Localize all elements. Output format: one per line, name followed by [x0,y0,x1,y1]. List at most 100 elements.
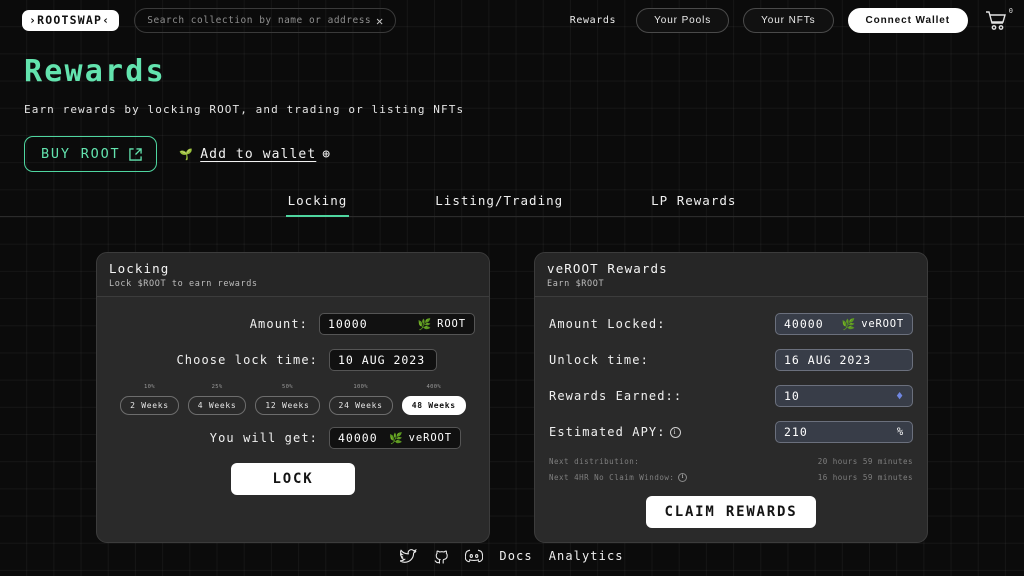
nav-link-rewards[interactable]: Rewards [564,11,622,30]
tab-bar: Locking Listing/Trading LP Rewards [0,189,1024,218]
rewards-card-title: veROOT Rewards [547,261,668,277]
veroot-leaf-icon: 🌿 [389,431,404,445]
github-icon [434,550,449,564]
estimated-apy-value: 210 [784,425,808,440]
week-12-button[interactable]: 12 Weeks [255,396,320,416]
lock-time-row: Choose lock time: 10 AUG 2023 [111,349,475,372]
will-get-row: You will get: 40000 🌿 veROOT [111,427,475,450]
analytics-link[interactable]: Analytics [549,549,624,563]
docs-link[interactable]: Docs [499,549,532,563]
cart-button[interactable]: 0 [984,6,1013,33]
no-claim-window-row: Next 4HR No Claim Window: i 16 hours 59 … [549,473,913,483]
your-nfts-button[interactable]: Your NFTs [743,8,834,33]
no-claim-window-label-group: Next 4HR No Claim Window: i [549,473,688,483]
amount-input[interactable]: 10000 🌿 ROOT [319,313,475,336]
week-option-12: 50% 12 Weeks [255,384,320,416]
week-option-48: 400% 48 Weeks [401,384,466,416]
cards-container: Locking Lock $ROOT to earn rewards Amoun… [0,252,1024,544]
unlock-time-value: 16 AUG 2023 [784,353,872,368]
will-get-value: 40000 [338,431,378,446]
brand-logo[interactable]: ›ROOTSWAP‹ [22,9,120,32]
buy-root-button[interactable]: BUY ROOT [24,136,158,173]
tab-locking[interactable]: Locking [285,189,350,218]
connect-wallet-button[interactable]: Connect Wallet [847,8,968,33]
nav-right-group: Rewards Your Pools Your NFTs Connect Wal… [564,6,1013,33]
no-claim-info-icon[interactable]: i [678,473,688,483]
week-4-button[interactable]: 4 Weeks [187,396,247,416]
add-to-wallet-button[interactable]: 🌱 Add to wallet ⊕ [179,147,331,162]
cart-count-badge: 0 [1008,6,1013,15]
week-24-button[interactable]: 24 Weeks [328,396,393,416]
week-2-button[interactable]: 2 Weeks [120,396,179,416]
rewards-earned-value: 10 [784,389,800,404]
footer: Docs Analytics [0,548,1024,564]
ethereum-icon: ♦ [895,389,904,404]
apy-info-icon[interactable]: i [669,426,681,438]
add-to-wallet-label: Add to wallet [200,146,317,162]
week-12-multiplier: 50% [282,384,293,391]
lock-duration-selector: 10% 2 Weeks 25% 4 Weeks 50% 12 Weeks 100… [111,384,475,416]
leaf-icon: 🌱 [179,147,195,161]
hero-section: Rewards Earn rewards by locking ROOT, an… [0,41,1024,173]
discord-icon [465,549,484,563]
claim-rewards-button[interactable]: CLAIM REWARDS [646,496,816,529]
amount-locked-row: Amount Locked: 40000 🌿 veROOT [549,313,913,336]
week-option-4: 25% 4 Weeks [187,384,247,416]
unlock-time-row: Unlock time: 16 AUG 2023 [549,349,913,372]
page-subtitle: Earn rewards by locking ROOT, and tradin… [24,103,465,116]
external-link-icon [129,147,143,161]
rewards-card-body: Amount Locked: 40000 🌿 veROOT Unlock tim… [535,297,927,542]
week-4-multiplier: 25% [211,384,223,391]
no-claim-window-label: Next 4HR No Claim Window: [549,473,675,483]
your-pools-button[interactable]: Your Pools [636,8,730,33]
unlock-time-label: Unlock time: [549,353,649,368]
estimated-apy-field: 210 % [775,421,913,444]
veroot-leaf-icon-2: 🌿 [841,317,857,331]
tab-listing-trading[interactable]: Listing/Trading [433,189,565,217]
locking-card-header: Locking Lock $ROOT to earn rewards [97,253,489,298]
locking-card: Locking Lock $ROOT to earn rewards Amoun… [96,252,490,544]
apy-percent-suffix: % [896,426,904,439]
hero-actions: BUY ROOT 🌱 Add to wallet ⊕ [24,136,1024,173]
week-24-multiplier: 100% [353,384,368,391]
week-48-multiplier: 400% [426,384,441,391]
estimated-apy-row: Estimated APY: i 210 % [549,421,913,444]
next-distribution-label: Next distribution: [549,457,640,467]
clear-search-icon[interactable]: ✕ [370,15,383,27]
will-get-suffix-label: veROOT [408,432,452,445]
locking-card-subtitle: Lock $ROOT to earn rewards [109,279,258,290]
amount-suffix-label: ROOT [437,318,466,331]
amount-locked-suffix-label: veROOT [861,318,904,331]
twitter-link[interactable] [400,548,418,564]
search-input[interactable] [147,15,371,26]
week-48-button[interactable]: 48 Weeks [401,396,466,416]
amount-locked-suffix: 🌿 veROOT [842,318,904,330]
page-title: Rewards [24,54,166,89]
will-get-value-field: 40000 🌿 veROOT [329,427,461,450]
locking-card-title: Locking [109,261,170,277]
amount-locked-field: 40000 🌿 veROOT [775,313,913,336]
lock-time-label: Choose lock time: [176,353,318,368]
rewards-card-header: veROOT Rewards Earn $ROOT [535,253,927,298]
will-get-suffix: 🌿 veROOT [389,432,452,444]
estimated-apy-label: Estimated APY: i [549,425,681,439]
rewards-card-subtitle: Earn $ROOT [547,279,605,290]
discord-link[interactable] [465,549,484,563]
week-2-multiplier: 10% [144,384,155,391]
rewards-earned-field: 10 ♦ [775,385,913,408]
amount-value: 10000 [328,317,368,332]
amount-locked-label: Amount Locked: [549,317,666,332]
veroot-rewards-card: veROOT Rewards Earn $ROOT Amount Locked:… [534,252,928,544]
twitter-icon [400,548,418,563]
lock-time-value: 10 AUG 2023 [338,353,426,368]
no-claim-window-value: 16 hours 59 minutes [817,473,913,483]
search-box[interactable]: ✕ [134,8,397,33]
lock-button[interactable]: LOCK [231,463,355,496]
amount-locked-value: 40000 [784,317,824,332]
lock-time-input[interactable]: 10 AUG 2023 [329,349,437,372]
apy-label-text: Estimated APY: [549,425,666,440]
cart-icon [986,10,1006,30]
next-distribution-row: Next distribution: 20 hours 59 minutes [549,457,913,466]
github-link[interactable] [433,548,449,564]
tab-lp-rewards[interactable]: LP Rewards [649,189,738,217]
